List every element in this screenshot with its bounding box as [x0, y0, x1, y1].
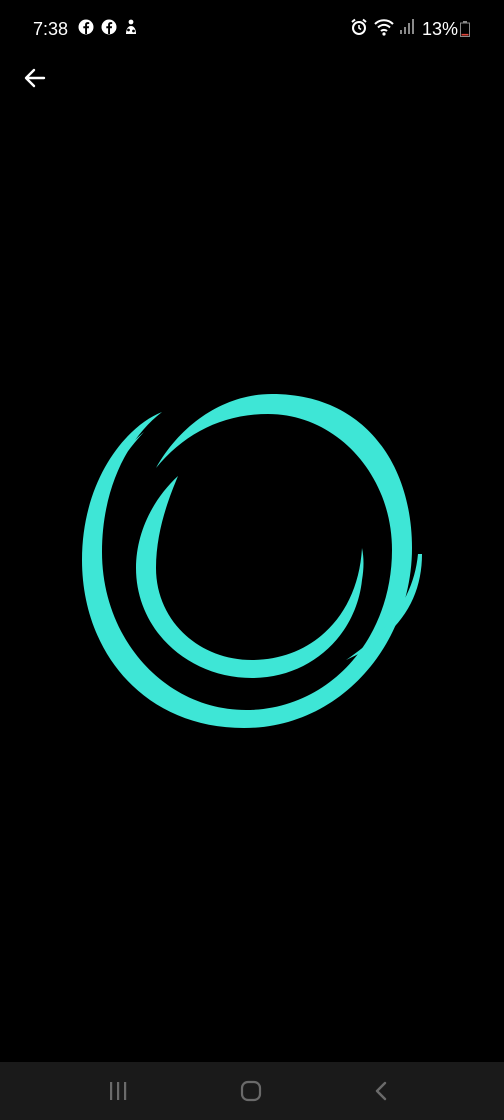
logo-ring-inner: [136, 476, 364, 678]
navigation-bar: [0, 1062, 504, 1120]
chevron-left-icon: [375, 1081, 387, 1101]
nav-back-button[interactable]: [362, 1076, 402, 1106]
recent-apps-button[interactable]: [98, 1076, 138, 1106]
recent-apps-icon: [110, 1082, 127, 1100]
swirl-circle-logo: [82, 394, 422, 728]
facebook-icon: [78, 19, 94, 35]
home-icon: [240, 1080, 262, 1102]
battery-icon: [460, 21, 470, 37]
notification-icons: [78, 19, 138, 35]
status-bar: 7:38 13%: [0, 0, 504, 58]
status-time: 7:38: [33, 19, 69, 39]
alarm-icon: [351, 18, 367, 35]
home-button[interactable]: [231, 1076, 271, 1106]
back-button[interactable]: [20, 63, 50, 93]
wifi-icon: [374, 19, 394, 36]
system-icons: [350, 18, 414, 36]
facebook-icon: [101, 19, 117, 35]
battery-percent: 13%: [422, 19, 459, 39]
arrow-left-icon: [24, 68, 46, 88]
notification-icon: [126, 19, 136, 34]
signal-icon: [400, 19, 414, 34]
